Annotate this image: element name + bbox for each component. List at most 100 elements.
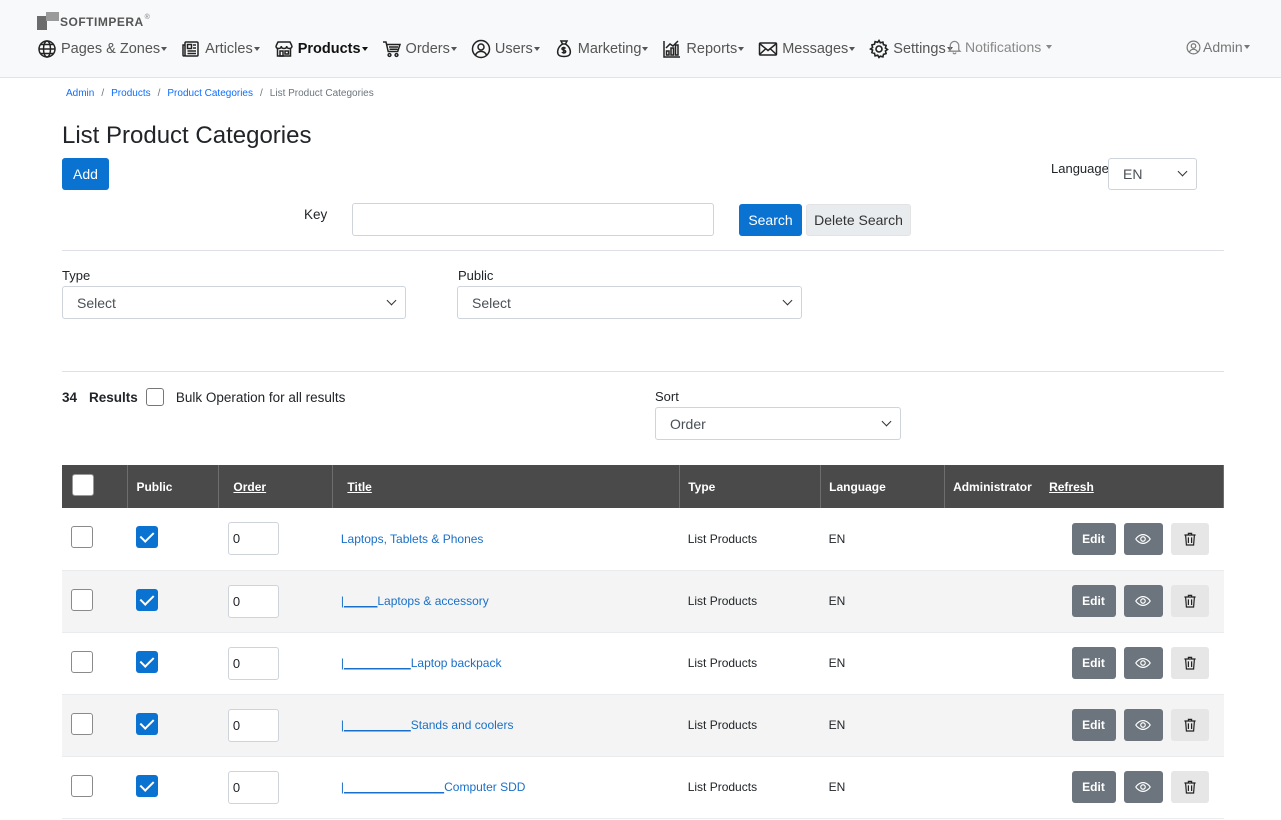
key-label: Key [304, 207, 328, 222]
category-title-link[interactable]: |_______________Computer SDD [341, 780, 526, 794]
category-title-link[interactable]: Laptops, Tablets & Phones [341, 532, 484, 546]
row-select-checkbox[interactable] [71, 526, 93, 549]
edit-button[interactable]: Edit [1071, 709, 1116, 741]
breadcrumb-products[interactable]: Products [111, 88, 150, 99]
breadcrumb-product-categories[interactable]: Product Categories [167, 88, 253, 99]
category-title-link[interactable]: |__________Stands and coolers [341, 718, 514, 732]
language-select[interactable]: EN [1108, 158, 1197, 190]
caret-down-icon [1046, 44, 1053, 49]
add-button[interactable]: Add [62, 158, 109, 190]
view-button[interactable] [1123, 647, 1163, 679]
title-indent-prefix: |_______________ [340, 780, 445, 794]
nav-articles[interactable]: Articles [181, 39, 260, 59]
divider [62, 250, 1224, 251]
category-title: Laptop backpack [410, 656, 502, 670]
sort-by-order-link[interactable]: Order [233, 480, 266, 494]
header-title[interactable]: Title [332, 465, 681, 508]
row-actions: Edit [953, 522, 1216, 555]
row-language-cell: EN [820, 570, 945, 633]
nav-reports[interactable]: Reports [662, 39, 745, 59]
delete-search-button[interactable]: Delete Search [806, 204, 911, 236]
nav-marketing[interactable]: Marketing [554, 39, 649, 59]
order-input[interactable]: 0 [227, 646, 279, 680]
nav-messages[interactable]: Messages [758, 39, 856, 59]
table-row: 0 |__________Laptop backpack List Produc… [62, 632, 1224, 695]
breadcrumb-separator: / [101, 88, 105, 99]
public-checkbox[interactable] [135, 526, 158, 549]
key-search-input[interactable] [352, 203, 714, 236]
category-title-link[interactable]: |__________Laptop backpack [341, 656, 502, 670]
nav-label: Pages & Zones [61, 41, 161, 57]
table-row: 0 |__________Stands and coolers List Pro… [62, 694, 1224, 757]
order-input[interactable]: 0 [227, 584, 279, 618]
brand-registered-mark: ® [144, 13, 150, 21]
row-actions-cell: Edit [944, 756, 1224, 819]
view-button[interactable] [1123, 522, 1163, 555]
administrator-label: Administrator [953, 479, 1032, 494]
delete-button[interactable] [1170, 585, 1209, 617]
top-navbar: SOFTIMPERA ® Pages & Zones Articles Prod… [0, 0, 1281, 78]
row-actions-cell: Edit [944, 632, 1224, 695]
order-input[interactable]: 0 [227, 522, 279, 556]
row-select-checkbox[interactable] [71, 650, 93, 673]
nav-users[interactable]: Users [471, 39, 540, 59]
row-actions: Edit [953, 647, 1216, 679]
order-input[interactable]: 0 [227, 708, 279, 742]
row-language-cell: EN [820, 508, 945, 571]
breadcrumb: Admin / Products / Product Categories / Lis… [66, 88, 374, 99]
type-filter-select[interactable]: Select [62, 286, 406, 319]
row-title-cell: |__________Laptop backpack [332, 632, 680, 695]
nav-settings[interactable]: Settings [869, 39, 953, 59]
brand-logo[interactable]: SOFTIMPERA ® [37, 12, 150, 30]
bulk-operation-label: Bulk Operation for all results [175, 389, 346, 405]
row-title-cell: |_______________Computer SDD [332, 756, 680, 819]
row-select-checkbox[interactable] [71, 774, 93, 797]
select-all-checkbox[interactable] [72, 474, 94, 496]
public-checkbox[interactable] [135, 588, 158, 611]
view-button[interactable] [1123, 709, 1163, 741]
row-select-checkbox[interactable] [71, 588, 93, 611]
nav-orders[interactable]: Orders [382, 39, 457, 59]
eye-icon [1135, 781, 1151, 793]
delete-button[interactable] [1170, 709, 1209, 741]
caret-down-icon [849, 47, 856, 51]
notifications-menu[interactable]: Notifications [946, 38, 1053, 55]
nav-pages-zones[interactable]: Pages & Zones [37, 39, 168, 59]
edit-button[interactable]: Edit [1071, 771, 1116, 803]
order-input[interactable]: 0 [227, 770, 279, 804]
header-order[interactable]: Order [218, 465, 334, 508]
public-checkbox[interactable] [135, 712, 158, 735]
sort-by-title-link[interactable]: Title [347, 480, 371, 494]
caret-down-icon [1243, 45, 1250, 49]
delete-button[interactable] [1170, 771, 1209, 803]
sort-select[interactable]: Order [655, 407, 901, 440]
header-language: Language [820, 465, 946, 508]
nav-label: Products [297, 41, 361, 57]
caret-down-icon [161, 47, 168, 51]
title-indent-prefix: |__________ [340, 656, 411, 670]
nav-products[interactable]: Products [274, 39, 368, 59]
row-language-cell: EN [820, 756, 945, 819]
public-checkbox[interactable] [135, 650, 158, 673]
delete-button[interactable] [1170, 647, 1209, 679]
bulk-operation-checkbox[interactable] [145, 388, 164, 406]
delete-button[interactable] [1170, 522, 1209, 555]
row-select-checkbox[interactable] [71, 712, 93, 735]
row-type-cell: List Products [679, 756, 821, 819]
view-button[interactable] [1123, 771, 1163, 803]
trash-icon [1183, 718, 1196, 732]
row-type-cell: List Products [679, 570, 821, 633]
view-button[interactable] [1123, 585, 1163, 617]
search-button[interactable]: Search [739, 204, 802, 236]
public-filter-select[interactable]: Select [457, 286, 802, 319]
category-title-link[interactable]: |_____Laptops & accessory [341, 594, 489, 608]
edit-button[interactable]: Edit [1071, 522, 1116, 555]
breadcrumb-admin[interactable]: Admin [66, 88, 94, 99]
edit-button[interactable]: Edit [1071, 585, 1116, 617]
user-circle-icon [471, 39, 491, 59]
admin-user-menu[interactable]: Admin [1186, 39, 1250, 55]
edit-button[interactable]: Edit [1071, 647, 1116, 679]
public-checkbox[interactable] [135, 774, 158, 797]
shop-icon [274, 41, 293, 57]
refresh-link[interactable]: Refresh [1049, 480, 1094, 494]
